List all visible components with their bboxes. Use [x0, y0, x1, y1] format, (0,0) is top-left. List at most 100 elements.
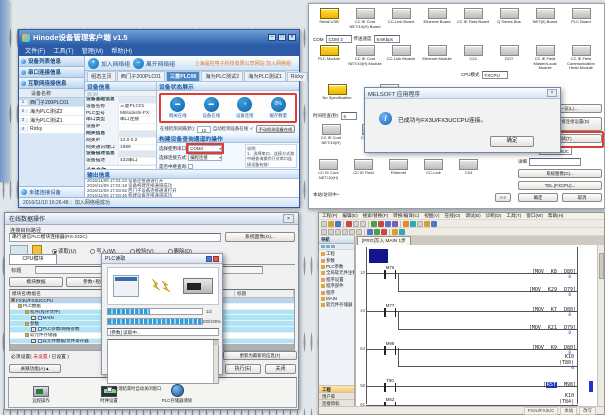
- device-row[interactable]: 2海为PLC测试2: [19, 107, 84, 116]
- device-icon[interactable]: [431, 221, 437, 227]
- new-icon[interactable]: [321, 221, 327, 227]
- sort-icon[interactable]: [87, 92, 92, 96]
- close-icon[interactable]: [213, 256, 219, 262]
- vertical-scrollbar[interactable]: [597, 245, 604, 406]
- instruction[interactable]: [MOVK29D79]0: [529, 287, 576, 293]
- interface-option[interactable]: Serial USB: [311, 8, 347, 29]
- contact-symbol[interactable]: T80: [384, 381, 396, 392]
- nav-section-tab[interactable]: 连接目标: [319, 399, 354, 406]
- menu-item[interactable]: 视图(V): [424, 213, 439, 219]
- horizontal-line-icon[interactable]: [356, 229, 362, 235]
- property-row[interactable]: 设备IP: [85, 124, 156, 131]
- coil-icon[interactable]: [335, 229, 341, 235]
- edit-cursor-cell[interactable]: [369, 249, 388, 263]
- instruction[interactable]: [MOVK7D80]0: [532, 307, 576, 313]
- menu-item[interactable]: 调试(B): [465, 213, 480, 219]
- timer-coil[interactable]: K10(T80)0: [559, 355, 574, 372]
- monitor-icon[interactable]: [385, 221, 391, 227]
- coex-route-option[interactable]: CC IE Cont NET/10(H): [311, 159, 346, 180]
- contact-symbol[interactable]: M52: [384, 400, 396, 406]
- time-check-value[interactable]: 5: [341, 112, 357, 120]
- property-row[interactable]: 网关IP12.0.0.2: [85, 138, 156, 145]
- module-option[interactable]: PLC Module: [311, 45, 347, 71]
- menu-item[interactable]: 窗口(W): [526, 213, 543, 219]
- column-header[interactable]: 标题: [235, 290, 294, 297]
- station-option[interactable]: No Specification: [311, 84, 363, 105]
- menu-item[interactable]: 帮助(H): [111, 46, 132, 55]
- route-nav-button[interactable]: <->: [495, 193, 511, 202]
- ladder-branch[interactable]: K10(T80)0: [366, 358, 578, 375]
- route-option[interactable]: CC IE Cont NET/10(H): [311, 124, 351, 145]
- plc-memory-clear-button[interactable]: PLC存储器清除: [157, 384, 197, 404]
- menu-item[interactable]: 管理(M): [82, 46, 104, 55]
- detail-value[interactable]: [529, 158, 581, 166]
- write-icon[interactable]: [392, 221, 398, 227]
- contact-closed-icon[interactable]: [328, 229, 334, 235]
- minimize-icon[interactable]: –: [268, 34, 276, 41]
- system-image-button[interactable]: 系统图像(G)...: [518, 169, 602, 178]
- cut-icon[interactable]: [346, 221, 352, 227]
- interface-option[interactable]: CC-Link Board: [383, 8, 419, 29]
- property-row[interactable]: PLC型号Mitsubishi-FX: [85, 111, 156, 118]
- sidebar-group[interactable]: 互联网连接信息: [19, 78, 84, 89]
- interface-option[interactable]: CC IE Cont NET/10(H) Board: [347, 8, 383, 29]
- interval-input[interactable]: 10: [197, 126, 211, 133]
- maximize-icon[interactable]: □: [278, 34, 286, 41]
- timer-coil[interactable]: K10(T84)0: [559, 394, 574, 406]
- auto-close-option[interactable]: 处理结束时自动关闭窗口: [107, 386, 161, 392]
- instruction[interactable]: [MOVK21D79]0: [529, 325, 576, 331]
- com-port-select[interactable]: COM4▾: [188, 145, 222, 152]
- property-row[interactable]: 设备描述432串口: [85, 158, 156, 165]
- edit-mode-icon[interactable]: [381, 229, 387, 235]
- dialog-titlebar[interactable]: PLC读取: [102, 254, 222, 264]
- instruction[interactable]: [MOVK9D80]0: [532, 345, 576, 351]
- coex-route-option[interactable]: Ethernet: [381, 159, 416, 180]
- cpu-module-tab[interactable]: CPU模块: [9, 254, 57, 264]
- save-icon[interactable]: [335, 221, 341, 227]
- window-titlebar[interactable]: 在线数据操作 ×: [5, 213, 298, 225]
- related-functions-button[interactable]: 关联功能(A)▲: [9, 364, 61, 373]
- property-row[interactable]: 网关信息: [85, 131, 156, 138]
- nav-section-tab[interactable]: 用户库: [319, 392, 354, 399]
- monitor-mode-icon[interactable]: [374, 229, 380, 235]
- minimize-icon[interactable]: [206, 256, 212, 262]
- refresh-button[interactable]: 更新为最新的信息(T): [223, 351, 297, 360]
- device-tab[interactable]: 海为PLC测试2: [201, 71, 243, 81]
- module-option[interactable]: CC IE Cont NET/10(H) Module: [347, 45, 383, 71]
- system-image-button[interactable]: 系统图像(G)...: [225, 232, 295, 242]
- device-tab[interactable]: 组态主页: [87, 71, 116, 81]
- dialog-ok-button[interactable]: 确定: [490, 136, 534, 147]
- module-option[interactable]: CC IE Field Communication Head Module: [563, 45, 599, 71]
- contact-symbol[interactable]: M98: [384, 344, 396, 355]
- menu-item[interactable]: 工具(T): [53, 46, 73, 55]
- zoom-icon[interactable]: [417, 221, 423, 227]
- checked-icon[interactable]: ✔: [250, 126, 254, 132]
- interface-option[interactable]: Ethernet Board: [419, 8, 455, 29]
- property-row[interactable]: 网关通讯端口1989: [85, 145, 156, 152]
- application-instruction-icon[interactable]: [342, 229, 348, 235]
- close-icon[interactable]: ×: [288, 34, 296, 41]
- sidebar-group[interactable]: 设备列表信息: [19, 56, 84, 67]
- ladder-branch[interactable]: [MOVK21D79]0: [366, 321, 578, 338]
- manual-detect-button[interactable]: 手动检测设备在线: [256, 125, 296, 133]
- close-icon[interactable]: ×: [547, 89, 557, 97]
- interface-option[interactable]: NET(II) Board: [527, 8, 563, 29]
- nav-section-tab[interactable]: 工程: [319, 385, 354, 392]
- module-option[interactable]: C24: [455, 45, 491, 71]
- document-tab[interactable]: [PRG]写入 MAIN 1步: [357, 236, 411, 245]
- ladder-mode-icon[interactable]: [367, 229, 373, 235]
- scrollbar[interactable]: [213, 340, 218, 383]
- open-icon[interactable]: [328, 221, 334, 227]
- ladder-rung[interactable]: 61 M52 K10(T84)0: [366, 397, 578, 406]
- device-tab[interactable]: 三菱PLC06: [166, 71, 201, 81]
- menu-item[interactable]: 文件(F): [25, 46, 45, 55]
- module-option[interactable]: Ethernet Module: [419, 45, 455, 71]
- menu-item[interactable]: 在线(O): [445, 213, 461, 219]
- module-option[interactable]: GOT: [491, 45, 527, 71]
- auto-close-checkbox[interactable]: [107, 387, 112, 392]
- device-tab[interactable]: 西门子200PLC01: [117, 71, 165, 81]
- device-tab[interactable]: Ricky: [287, 72, 308, 81]
- contact-symbol[interactable]: M77: [384, 306, 396, 317]
- coex-route-option[interactable]: CC-Link: [416, 159, 451, 180]
- crossref-icon[interactable]: [399, 229, 405, 235]
